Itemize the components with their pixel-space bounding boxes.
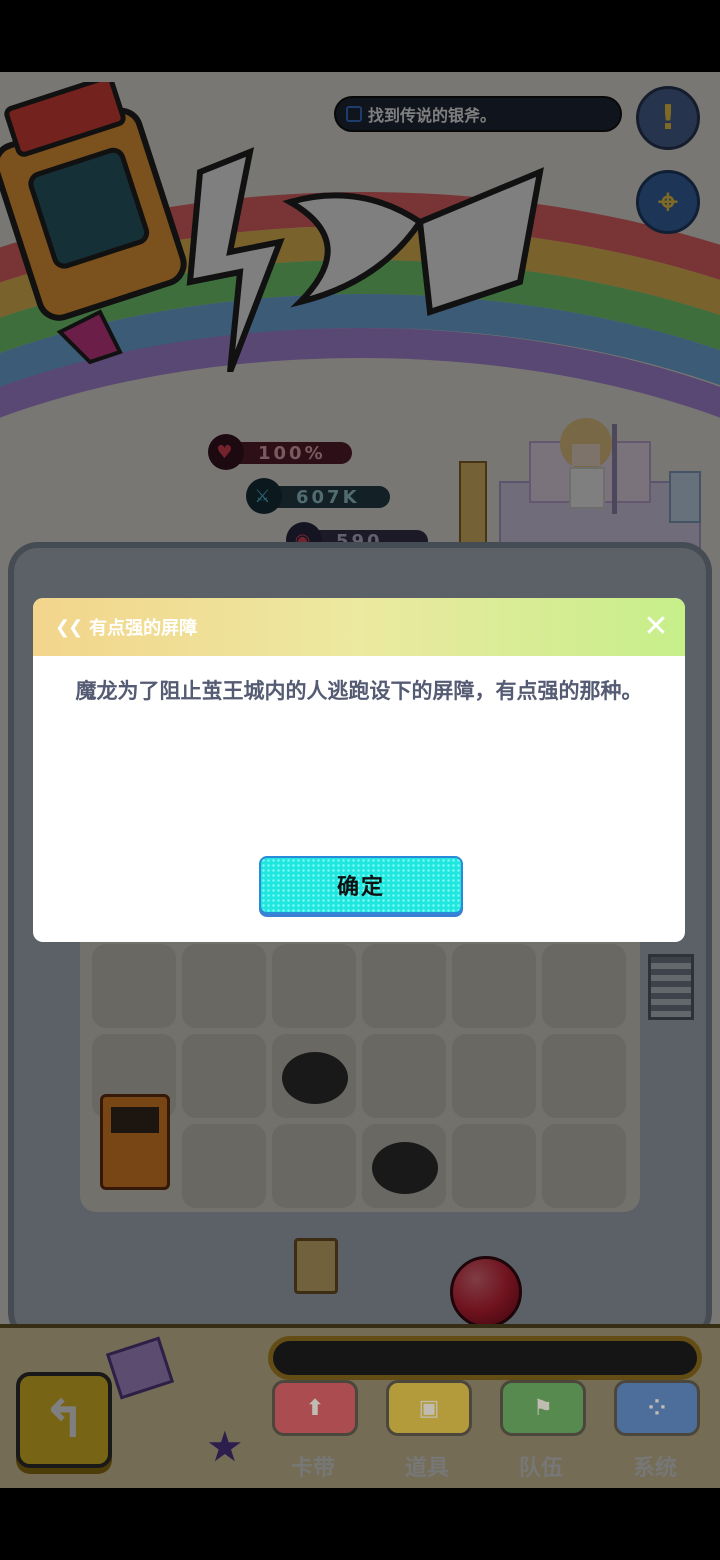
nav-system-button[interactable]: ⁘ [614, 1380, 700, 1436]
confirm-button[interactable]: 确定 [259, 856, 463, 914]
nav-system-label: 系统 [632, 1456, 677, 1481]
nav-items-button[interactable]: ▣ [386, 1380, 472, 1436]
dialog-body-text: 魔龙为了阻止茧王城内的人逃跑设下的屏障，有点强的那种。 [75, 679, 643, 703]
dialog-title: 有点强的屏障 [89, 618, 198, 639]
flag-icon: ⚑ [533, 1395, 553, 1421]
close-button[interactable]: ✕ [641, 612, 671, 642]
nav-team-button[interactable]: ⚑ [500, 1380, 586, 1436]
screen: 找到传说的银斧。 ! ⌖ ♥ 100% ⚔ 607K ◉ 590 [0, 0, 720, 1560]
bag-icon: ▣ [418, 1395, 440, 1421]
dialog-header: ❮❮ 有点强的屏障 ✕ [33, 598, 685, 656]
close-icon: ✕ [643, 609, 669, 644]
nav-cartridge-label: 卡带 [290, 1456, 335, 1481]
chain-link-icon: ❮❮ [55, 616, 83, 638]
nav-cartridge-button[interactable]: ⬆ [272, 1380, 358, 1436]
nav-items-label: 道具 [404, 1456, 449, 1481]
barrier-dialog: ❮❮ 有点强的屏障 ✕ 魔龙为了阻止茧王城内的人逃跑设下的屏障，有点强的那种。 … [33, 598, 685, 942]
grid-dots-icon: ⁘ [647, 1395, 667, 1421]
nav-team-label: 队伍 [518, 1456, 563, 1481]
up-arrow-icon: ⬆ [305, 1395, 325, 1421]
